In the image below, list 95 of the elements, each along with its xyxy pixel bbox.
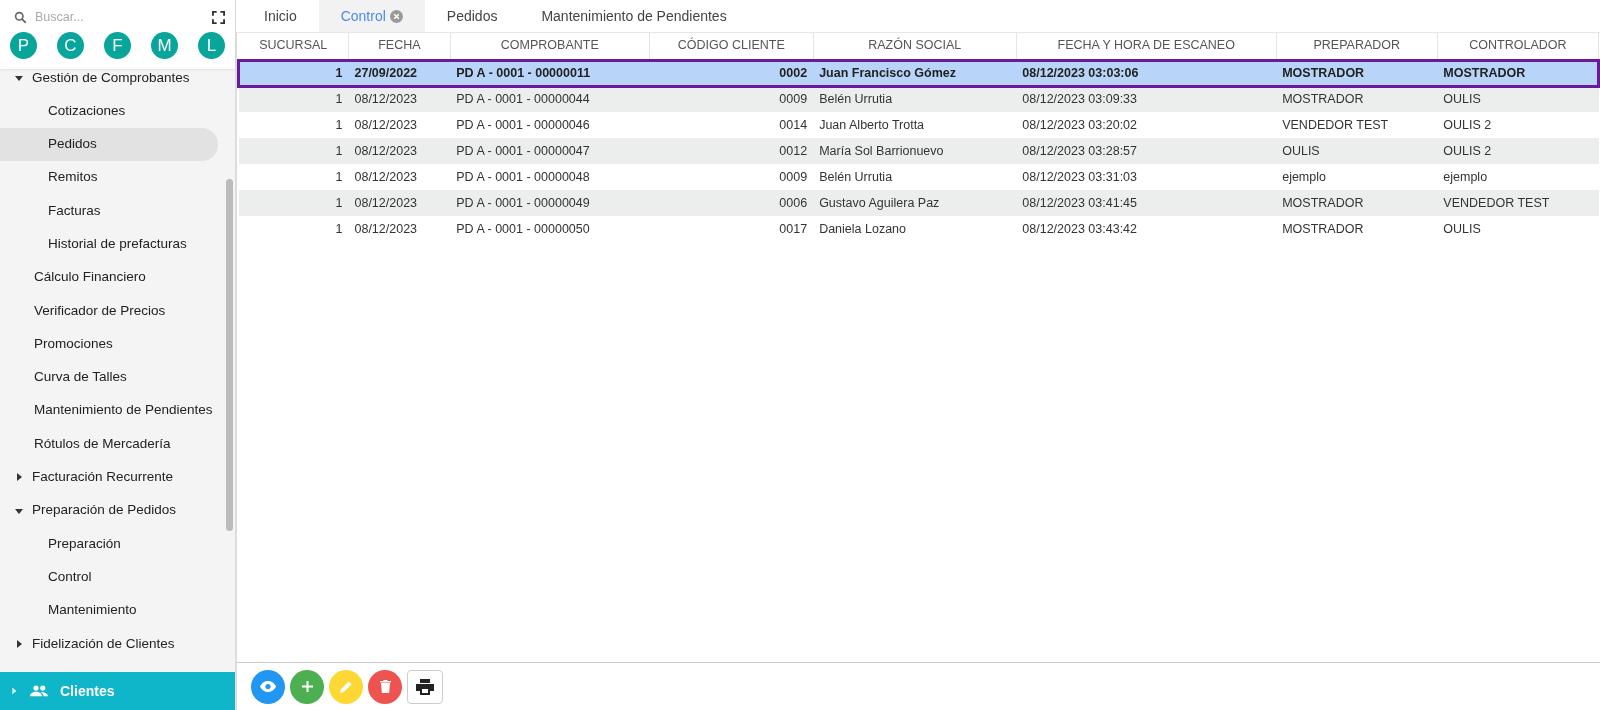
table-cell: OULIS — [1437, 86, 1599, 112]
plus-icon — [301, 681, 313, 692]
table-cell: 0009 — [649, 86, 814, 112]
table-cell: 0009 — [649, 164, 814, 190]
sidebar-item[interactable]: Promociones — [0, 327, 218, 361]
table-cell: ejemplo — [1437, 164, 1599, 190]
sidebar-item[interactable]: Gestión de Comprobantes — [0, 69, 218, 95]
table-cell: OULIS — [1437, 216, 1599, 242]
table-cell: PD A - 0001 - 00000048 — [450, 164, 650, 190]
table-cell: VENDEDOR TEST — [1276, 112, 1438, 138]
caret-icon — [10, 686, 18, 696]
tab[interactable]: Pedidos — [424, 0, 520, 32]
close-icon[interactable] — [389, 9, 403, 23]
sidebar-item[interactable]: Facturación Recurrente — [0, 460, 218, 494]
table-cell: Daniela Lozano — [813, 216, 1017, 242]
table-cell: 0012 — [649, 138, 814, 164]
pencil-icon — [339, 680, 353, 693]
table-cell: 1 — [238, 190, 349, 216]
table-cell: ejemplo — [1276, 164, 1438, 190]
table-cell: Gustavo Aguilera Paz — [813, 190, 1017, 216]
add-button[interactable] — [290, 669, 324, 704]
table-cell: VENDEDOR TEST — [1437, 190, 1599, 216]
table-cell: 08/12/2023 — [348, 86, 451, 112]
sidebar-item[interactable]: Control — [0, 560, 218, 594]
search-icon — [14, 10, 27, 24]
sidebar-item[interactable]: Cotizaciones — [0, 94, 218, 128]
table-cell: 08/12/2023 03:09:33 — [1016, 86, 1277, 112]
sidebar-item[interactable]: Remitos — [0, 160, 218, 195]
tab[interactable]: Inicio — [242, 0, 319, 32]
table-cell: 1 — [238, 216, 349, 242]
sidebar-item[interactable]: Rótulos de Mercadería — [0, 427, 218, 461]
eye-icon — [260, 681, 276, 692]
people-icon — [30, 685, 48, 697]
table-cell: PD A - 0001 - 00000050 — [450, 216, 650, 242]
tab[interactable]: Mantenimiento de Pendientes — [519, 0, 749, 32]
table-cell: María Sol Barrionuevo — [813, 138, 1017, 164]
table-cell: 0014 — [649, 112, 814, 138]
table-cell: 08/12/2023 — [348, 112, 451, 138]
table-cell: 08/12/2023 — [348, 190, 451, 216]
view-button[interactable] — [251, 669, 285, 704]
table-cell: OULIS 2 — [1437, 138, 1599, 164]
table-cell: 08/12/2023 03:41:45 — [1016, 190, 1277, 216]
sidebar-item[interactable]: Mantenimiento — [0, 593, 218, 628]
table-cell: 1 — [238, 112, 349, 138]
table-cell: 08/12/2023 03:43:42 — [1016, 216, 1277, 242]
sidebar-item[interactable]: Preparación — [0, 527, 218, 561]
table-cell: 1 — [238, 164, 349, 190]
sidebar-item[interactable]: Cálculo Financiero — [0, 260, 218, 295]
delete-button[interactable] — [368, 669, 402, 704]
table-cell: 08/12/2023 03:28:57 — [1016, 138, 1277, 164]
table-cell: 08/12/2023 03:31:03 — [1016, 164, 1277, 190]
table-cell: 1 — [238, 86, 349, 112]
table-cell: 0002 — [649, 60, 814, 86]
caret-icon — [14, 472, 24, 483]
table-cell: MOSTRADOR — [1276, 60, 1438, 86]
table-cell: PD A - 0001 - 00000044 — [450, 86, 650, 112]
caret-icon — [14, 638, 24, 649]
sidebar-item[interactable]: Preparación de Pedidos — [0, 493, 218, 528]
sidebar-item[interactable]: Verificador de Precios — [0, 294, 218, 328]
fullscreen-icon[interactable] — [212, 10, 225, 24]
sidebar-item[interactable]: Fidelización de Clientes — [0, 627, 218, 661]
table-cell: Juan Francisco Gómez — [813, 60, 1017, 86]
table-cell: PD A - 0001 - 00000011 — [450, 60, 650, 86]
sidebar-item[interactable]: Curva de Talles — [0, 360, 218, 394]
sidebar-item[interactable]: Facturas — [0, 194, 218, 228]
sidebar-item[interactable]: Pedidos — [0, 127, 218, 161]
table-cell: 08/12/2023 03:03:06 — [1016, 60, 1277, 86]
table-cell: OULIS 2 — [1437, 112, 1599, 138]
table-cell: Belén Urrutia — [813, 86, 1017, 112]
table-cell: 08/12/2023 03:20:02 — [1016, 112, 1277, 138]
table-cell: MOSTRADOR — [1437, 60, 1599, 86]
trash-icon — [379, 680, 391, 693]
table-cell: 0006 — [649, 190, 814, 216]
table-cell: Belén Urrutia — [813, 164, 1017, 190]
table-cell: 1 — [238, 138, 349, 164]
scrollbar-thumb[interactable] — [226, 179, 233, 531]
search-field[interactable]: Buscar... — [33, 6, 206, 28]
table-cell: 08/12/2023 — [348, 216, 451, 242]
table-cell: 08/12/2023 — [348, 164, 451, 190]
table-cell: MOSTRADOR — [1276, 86, 1438, 112]
table-cell: 08/12/2023 — [348, 138, 451, 164]
table-cell: OULIS — [1276, 138, 1438, 164]
table-cell: 27/09/2022 — [348, 60, 451, 86]
table-cell: PD A - 0001 - 00000047 — [450, 138, 650, 164]
table-cell: PD A - 0001 - 00000049 — [450, 190, 650, 216]
table-cell: MOSTRADOR — [1276, 216, 1438, 242]
sidebar-item[interactable]: Historial de prefacturas — [0, 227, 218, 261]
printer-icon — [416, 678, 434, 695]
print-button[interactable] — [407, 669, 443, 704]
sidebar-item[interactable]: Mantenimiento de Pendientes — [0, 393, 218, 428]
table-cell: PD A - 0001 - 00000046 — [450, 112, 650, 138]
table-cell: 0017 — [649, 216, 814, 242]
table-cell: Juan Alberto Trotta — [813, 112, 1017, 138]
table-cell: 1 — [238, 60, 349, 86]
table-cell: MOSTRADOR — [1276, 190, 1438, 216]
